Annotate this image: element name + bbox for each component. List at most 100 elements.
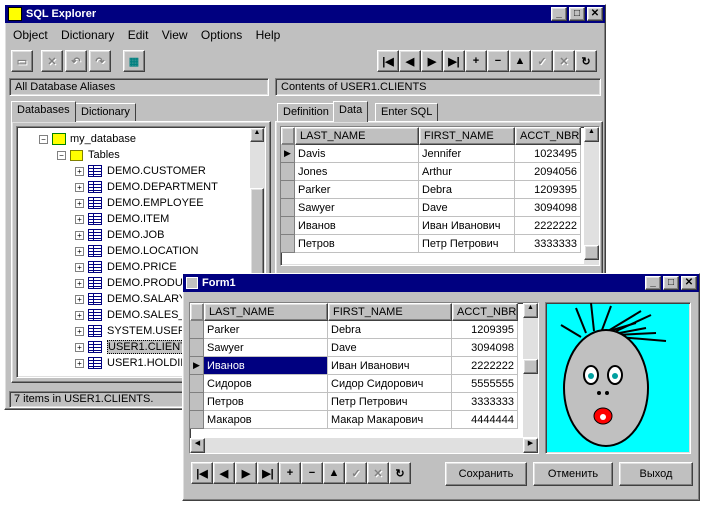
table-cell[interactable]: Davis xyxy=(295,145,419,163)
collapse-icon[interactable]: − xyxy=(57,150,66,160)
table-cell[interactable]: Макаров xyxy=(204,411,328,429)
current-row-indicator[interactable]: ▶ xyxy=(190,357,204,375)
current-row-indicator[interactable]: ▶ xyxy=(281,145,295,163)
form1-close-button[interactable]: ✕ xyxy=(681,276,697,290)
expand-icon[interactable]: + xyxy=(75,326,84,336)
tree-table-item[interactable]: + DEMO.PRICE xyxy=(75,259,177,275)
table-cell[interactable]: Parker xyxy=(204,321,328,339)
expand-icon[interactable]: + xyxy=(75,246,84,256)
table-cell[interactable]: Dave xyxy=(328,339,452,357)
tree-table-item[interactable]: + DEMO.JOB xyxy=(75,227,164,243)
grid-horizontal-scrollbar[interactable]: ◀ ▶ xyxy=(190,438,538,453)
menu-view[interactable]: View xyxy=(162,28,188,42)
scroll-thumb[interactable] xyxy=(523,359,538,374)
tree-table-item[interactable]: + DEMO.SALES_ xyxy=(75,307,185,323)
table-cell[interactable]: 5555555 xyxy=(452,375,518,393)
table-cell[interactable]: 1209395 xyxy=(452,321,518,339)
cancel-record-icon[interactable]: ✕ xyxy=(553,50,575,72)
column-header[interactable]: LAST_NAME xyxy=(204,303,328,321)
chart-icon[interactable]: ▦ xyxy=(123,50,145,72)
table-cell[interactable]: Иван Иванович xyxy=(419,217,515,235)
close-button[interactable]: ✕ xyxy=(587,7,603,21)
tree-table-item[interactable]: + SYSTEM.USER xyxy=(75,323,186,339)
refresh-icon[interactable]: ↻ xyxy=(575,50,597,72)
form1-minimize-button[interactable]: _ xyxy=(645,276,661,290)
nav-edit-icon[interactable]: ▲ xyxy=(323,462,345,484)
expand-icon[interactable]: + xyxy=(75,182,84,192)
table-cell[interactable]: Сидоров xyxy=(204,375,328,393)
row-indicator[interactable] xyxy=(190,339,204,357)
row-indicator[interactable] xyxy=(281,181,295,199)
table-cell[interactable]: 2222222 xyxy=(515,217,581,235)
prior-record-icon[interactable]: ◀ xyxy=(399,50,421,72)
scroll-up-button[interactable]: ▲ xyxy=(523,303,538,318)
table-cell[interactable]: 2094056 xyxy=(515,163,581,181)
expand-icon[interactable]: + xyxy=(75,166,84,176)
insert-record-icon[interactable]: + xyxy=(465,50,487,72)
column-header[interactable]: LAST_NAME xyxy=(295,127,419,145)
tree-database[interactable]: − my_database xyxy=(39,131,136,147)
row-indicator[interactable] xyxy=(190,321,204,339)
menu-options[interactable]: Options xyxy=(201,28,242,42)
row-indicator[interactable] xyxy=(281,199,295,217)
nav-delete-icon[interactable]: − xyxy=(301,462,323,484)
tab-dictionary[interactable]: Dictionary xyxy=(75,103,136,122)
expand-icon[interactable]: + xyxy=(75,198,84,208)
menu-object[interactable]: Object xyxy=(13,28,48,42)
tree-table-item[interactable]: + DEMO.EMPLOYEE xyxy=(75,195,204,211)
tab-data[interactable]: Data xyxy=(333,101,369,122)
table-cell[interactable]: Петр Петрович xyxy=(328,393,452,411)
table-cell[interactable]: Петров xyxy=(204,393,328,411)
table-cell[interactable]: Arthur xyxy=(419,163,515,181)
nav-refresh-icon[interactable]: ↻ xyxy=(389,462,411,484)
menu-help[interactable]: Help xyxy=(256,28,281,42)
row-indicator[interactable] xyxy=(190,375,204,393)
expand-icon[interactable]: + xyxy=(75,262,84,272)
expand-icon[interactable]: + xyxy=(75,278,84,288)
tree-table-item[interactable]: + DEMO.ITEM xyxy=(75,211,169,227)
exit-button[interactable]: Выход xyxy=(619,462,693,486)
row-indicator[interactable] xyxy=(281,235,295,253)
tree-table-item[interactable]: + DEMO.LOCATION xyxy=(75,243,198,259)
table-cell[interactable]: 3333333 xyxy=(515,235,581,253)
last-record-icon[interactable]: ▶| xyxy=(443,50,465,72)
table-cell[interactable]: 1209395 xyxy=(515,181,581,199)
scroll-up-button[interactable]: ▲ xyxy=(250,128,264,142)
tree-table-item[interactable]: + USER1.CLIENT xyxy=(75,339,188,355)
scroll-left-button[interactable]: ◀ xyxy=(190,438,205,453)
tab-databases[interactable]: Databases xyxy=(11,101,76,122)
table-cell[interactable]: Иван Иванович xyxy=(328,357,452,375)
row-indicator[interactable] xyxy=(281,217,295,235)
expand-icon[interactable]: + xyxy=(75,342,84,352)
table-cell[interactable]: Петр Петрович xyxy=(419,235,515,253)
nav-prior-icon[interactable]: ◀ xyxy=(213,462,235,484)
form1-maximize-button[interactable]: □ xyxy=(663,276,679,290)
table-cell[interactable]: 4444444 xyxy=(452,411,518,429)
row-indicator[interactable] xyxy=(190,393,204,411)
tree-tables[interactable]: − Tables xyxy=(57,147,120,163)
expand-icon[interactable]: + xyxy=(75,358,84,368)
column-header[interactable]: ACCT_NBR xyxy=(515,127,581,145)
scroll-thumb[interactable] xyxy=(584,245,599,260)
menu-dictionary[interactable]: Dictionary xyxy=(61,28,114,42)
table-cell[interactable]: 3094098 xyxy=(515,199,581,217)
table-cell[interactable]: 3333333 xyxy=(452,393,518,411)
scroll-up-button[interactable]: ▲ xyxy=(584,127,599,142)
table-cell[interactable]: 2222222 xyxy=(452,357,518,375)
scroll-right-button[interactable]: ▶ xyxy=(523,438,538,453)
delete-icon[interactable]: ✕ xyxy=(41,50,63,72)
cancel-button[interactable]: Отменить xyxy=(533,462,613,486)
maximize-button[interactable]: □ xyxy=(569,7,585,21)
tree-table-item[interactable]: + DEMO.CUSTOMER xyxy=(75,163,206,179)
table-cell[interactable]: Сидор Сидорович xyxy=(328,375,452,393)
column-header[interactable]: ACCT_NBR xyxy=(452,303,518,321)
next-record-icon[interactable]: ▶ xyxy=(421,50,443,72)
expand-icon[interactable]: + xyxy=(75,214,84,224)
form1-data-grid[interactable]: LAST_NAME FIRST_NAME ACCT_NBR Parker Debra 12… xyxy=(189,302,539,454)
first-record-icon[interactable]: |◀ xyxy=(377,50,399,72)
tree-table-item[interactable]: + DEMO.DEPARTMENT xyxy=(75,179,218,195)
open-icon[interactable]: ▭ xyxy=(11,50,33,72)
post-record-icon[interactable]: ✓ xyxy=(531,50,553,72)
save-button[interactable]: Сохранить xyxy=(445,462,527,486)
row-indicator[interactable] xyxy=(190,411,204,429)
